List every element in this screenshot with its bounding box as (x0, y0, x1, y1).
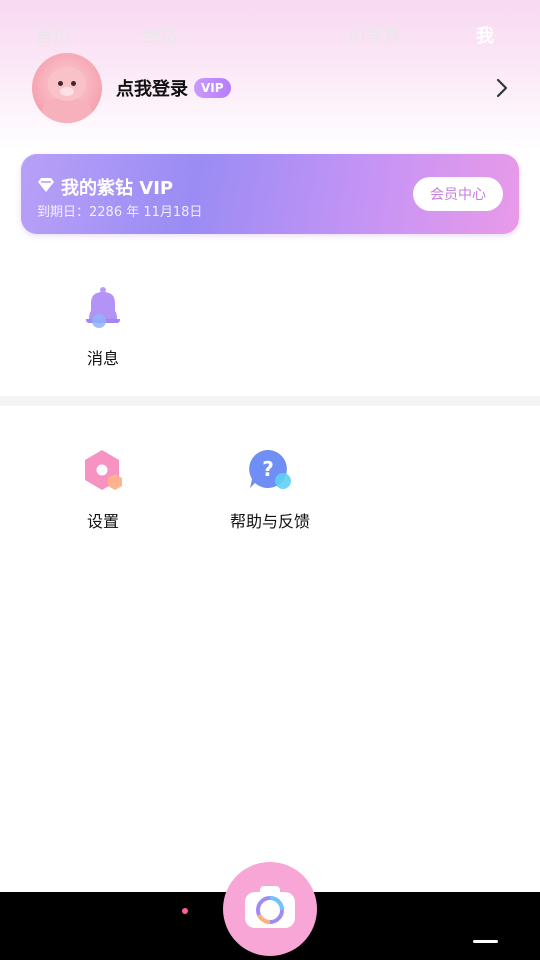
svg-text:?: ? (262, 457, 274, 481)
chevron-right-icon[interactable] (492, 78, 512, 98)
question-bubble-icon: ? (247, 448, 293, 494)
hexagon-gear-icon (80, 448, 126, 494)
my-page: 点我登录 VIP 我的紫钻 VIP 到期日：2286 年 11月18日 会员中心… (0, 0, 540, 960)
diamond-icon (37, 177, 55, 197)
member-center-button[interactable]: 会员中心 (413, 177, 503, 211)
nav-me[interactable]: 我 (476, 22, 494, 48)
bell-icon (80, 285, 126, 331)
member-notification-dot (182, 908, 188, 914)
camera-button[interactable] (223, 862, 317, 956)
help-feedback-label: 帮助与反馈 (229, 512, 310, 531)
messages-label: 消息 (86, 349, 119, 368)
nav-home[interactable]: 首页 (35, 22, 71, 48)
login-label[interactable]: 点我登录 (116, 75, 188, 101)
nav-ai-photo[interactable]: AI写真 (348, 22, 402, 48)
nav-active-indicator (473, 940, 498, 943)
profile-row[interactable]: 点我登录 VIP (32, 52, 512, 124)
vip-expire-date: 到期日：2286 年 11月18日 (37, 205, 203, 220)
vip-title: 我的紫钻 VIP (61, 178, 174, 199)
settings-label: 设置 (86, 512, 119, 531)
avatar[interactable] (32, 53, 102, 123)
camera-icon (243, 884, 297, 934)
nav-member[interactable]: 会员 (142, 22, 178, 48)
section-divider (0, 396, 540, 406)
vip-tag: VIP (194, 78, 231, 98)
messages-tile[interactable]: 消息 (58, 285, 148, 369)
vip-card[interactable]: 我的紫钻 VIP 到期日：2286 年 11月18日 会员中心 (21, 154, 519, 234)
help-feedback-tile[interactable]: ? 帮助与反馈 (225, 448, 315, 532)
settings-tile[interactable]: 设置 (58, 448, 148, 532)
